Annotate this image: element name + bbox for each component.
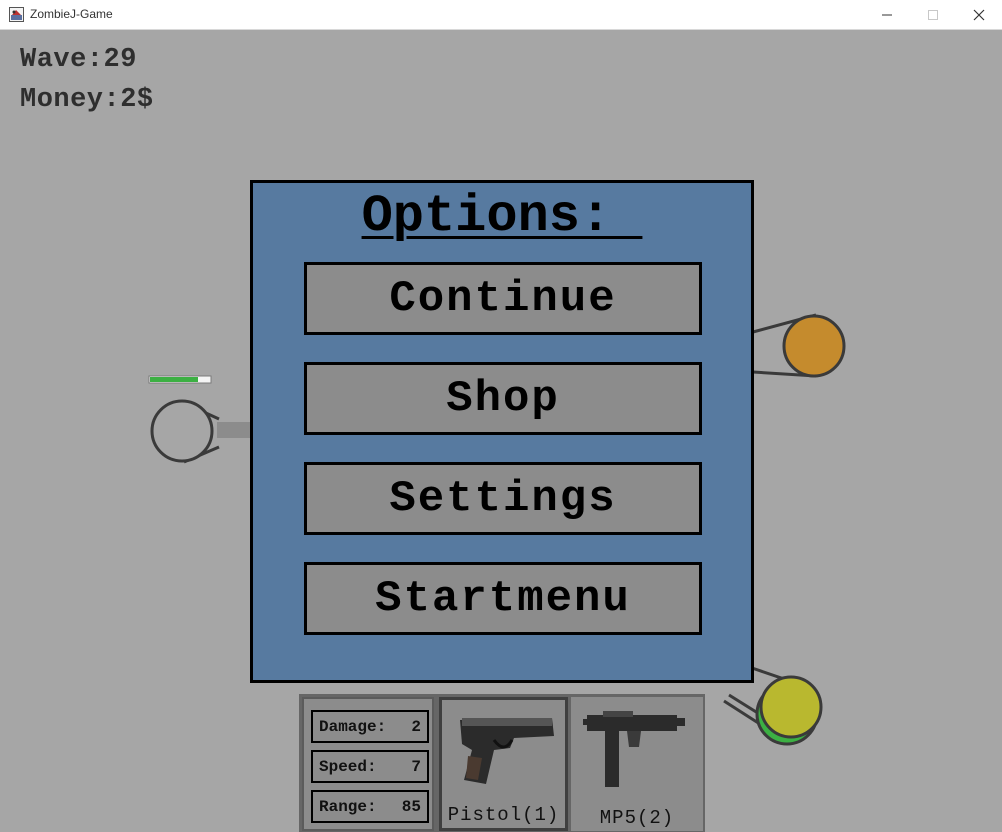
game-canvas: Wave:29 Money:2$ Options: Continue Shop …	[1, 31, 1001, 832]
settings-button[interactable]: Settings	[304, 462, 702, 535]
speed-value: 7	[411, 757, 421, 776]
options-title: Options:	[361, 187, 643, 246]
weapon-bar: Damage: 2 Speed: 7 Range: 85 Pistol(1) M…	[299, 694, 705, 832]
options-dialog: Options: Continue Shop Settings Startmen…	[250, 180, 754, 683]
minimize-button[interactable]	[864, 0, 910, 30]
close-button[interactable]	[956, 0, 1002, 30]
player-character	[148, 375, 253, 464]
range-stat: Range: 85	[311, 790, 429, 823]
mp5-label: MP5(2)	[599, 807, 675, 829]
damage-stat: Damage: 2	[311, 710, 429, 743]
shop-button[interactable]: Shop	[304, 362, 702, 435]
java-app-icon	[9, 7, 24, 22]
continue-button[interactable]: Continue	[304, 262, 702, 335]
weapon-slot-pistol[interactable]: Pistol(1)	[439, 697, 568, 831]
window-titlebar: ZombieJ-Game	[0, 0, 1002, 30]
player-body	[150, 399, 214, 463]
zombie-yellow-body	[759, 675, 823, 739]
startmenu-button[interactable]: Startmenu	[304, 562, 702, 635]
maximize-icon	[928, 10, 938, 20]
range-label: Range:	[319, 797, 377, 816]
damage-value: 2	[411, 717, 421, 736]
player-gun	[217, 422, 253, 438]
mp5-icon	[583, 711, 685, 787]
pistol-icon	[460, 718, 554, 784]
minimize-icon	[882, 14, 892, 16]
weapon-stats-panel: Damage: 2 Speed: 7 Range: 85	[302, 697, 434, 831]
damage-label: Damage:	[319, 717, 387, 736]
player-health-bar-fill	[150, 377, 198, 382]
close-icon	[973, 9, 985, 21]
range-value: 85	[401, 797, 421, 816]
zombie-orange-body	[782, 314, 846, 378]
weapon-slot-mp5[interactable]: MP5(2)	[571, 697, 703, 831]
maximize-button[interactable]	[910, 0, 956, 30]
window-title: ZombieJ-Game	[30, 7, 113, 21]
speed-label: Speed:	[319, 757, 377, 776]
speed-stat: Speed: 7	[311, 750, 429, 783]
pistol-label: Pistol(1)	[447, 804, 560, 826]
zombie-orange	[752, 313, 846, 378]
